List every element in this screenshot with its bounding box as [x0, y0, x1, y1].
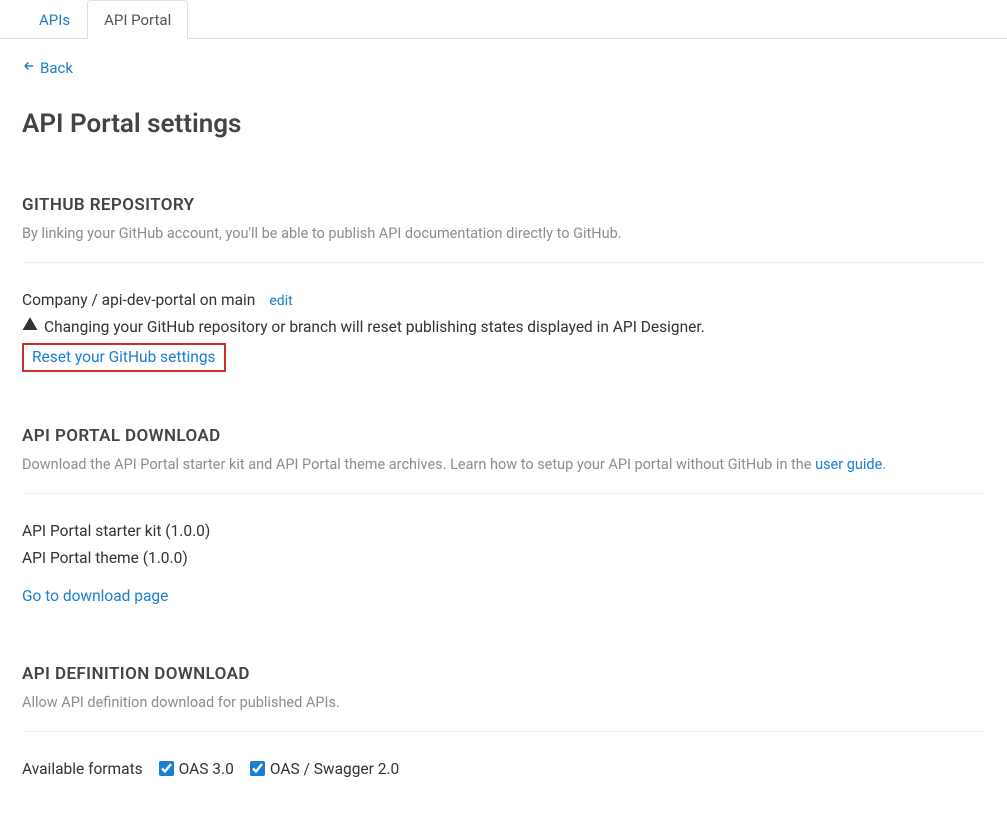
checkbox-oas3-input[interactable]	[159, 761, 174, 776]
tab-apis[interactable]: APIs	[22, 0, 87, 39]
warning-text: Changing your GitHub repository or branc…	[44, 314, 705, 341]
tabs-row: APIs API Portal	[0, 0, 1007, 39]
download-description: Download the API Portal starter kit and …	[22, 456, 985, 494]
tab-api-portal[interactable]: API Portal	[87, 0, 188, 39]
reset-highlight-box: Reset your GitHub settings	[22, 343, 226, 372]
reset-github-link[interactable]: Reset your GitHub settings	[32, 348, 216, 366]
download-desc-suffix: .	[882, 456, 886, 473]
download-list: API Portal starter kit (1.0.0) API Porta…	[22, 518, 985, 572]
section-api-def: API DEFINITION DOWNLOAD Allow API defini…	[22, 664, 985, 778]
formats-label: Available formats	[22, 760, 143, 778]
starter-kit-line: API Portal starter kit (1.0.0)	[22, 518, 985, 545]
github-heading: GITHUB REPOSITORY	[22, 195, 985, 215]
section-github: GITHUB REPOSITORY By linking your GitHub…	[22, 195, 985, 372]
warning-line: Changing your GitHub repository or branc…	[22, 314, 985, 341]
download-desc-prefix: Download the API Portal starter kit and …	[22, 456, 815, 473]
checkbox-oas3-label: OAS 3.0	[179, 760, 234, 778]
download-page-link[interactable]: Go to download page	[22, 587, 168, 605]
content-area: Back API Portal settings GITHUB REPOSITO…	[0, 39, 1007, 798]
checkbox-oas-swagger2-input[interactable]	[250, 761, 265, 776]
back-label: Back	[40, 59, 73, 77]
github-description: By linking your GitHub account, you'll b…	[22, 225, 985, 263]
api-def-description: Allow API definition download for publis…	[22, 694, 985, 732]
theme-line: API Portal theme (1.0.0)	[22, 545, 985, 572]
warning-icon	[22, 314, 38, 341]
formats-row: Available formats OAS 3.0 OAS / Swagger …	[22, 760, 985, 778]
repo-line-row: Company / api-dev-portal on main edit	[22, 287, 985, 314]
checkbox-oas-swagger2-label: OAS / Swagger 2.0	[270, 760, 399, 778]
repo-line: Company / api-dev-portal on main	[22, 287, 255, 314]
download-heading: API PORTAL DOWNLOAD	[22, 426, 985, 446]
back-link[interactable]: Back	[22, 59, 985, 77]
checkbox-oas3: OAS 3.0	[159, 760, 234, 778]
user-guide-link[interactable]: user guide	[815, 456, 882, 473]
page-title: API Portal settings	[22, 109, 985, 139]
checkbox-oas-swagger2: OAS / Swagger 2.0	[250, 760, 399, 778]
arrow-left-icon	[22, 59, 36, 77]
section-download: API PORTAL DOWNLOAD Download the API Por…	[22, 426, 985, 609]
edit-link[interactable]: edit	[269, 293, 292, 309]
api-def-heading: API DEFINITION DOWNLOAD	[22, 664, 985, 684]
